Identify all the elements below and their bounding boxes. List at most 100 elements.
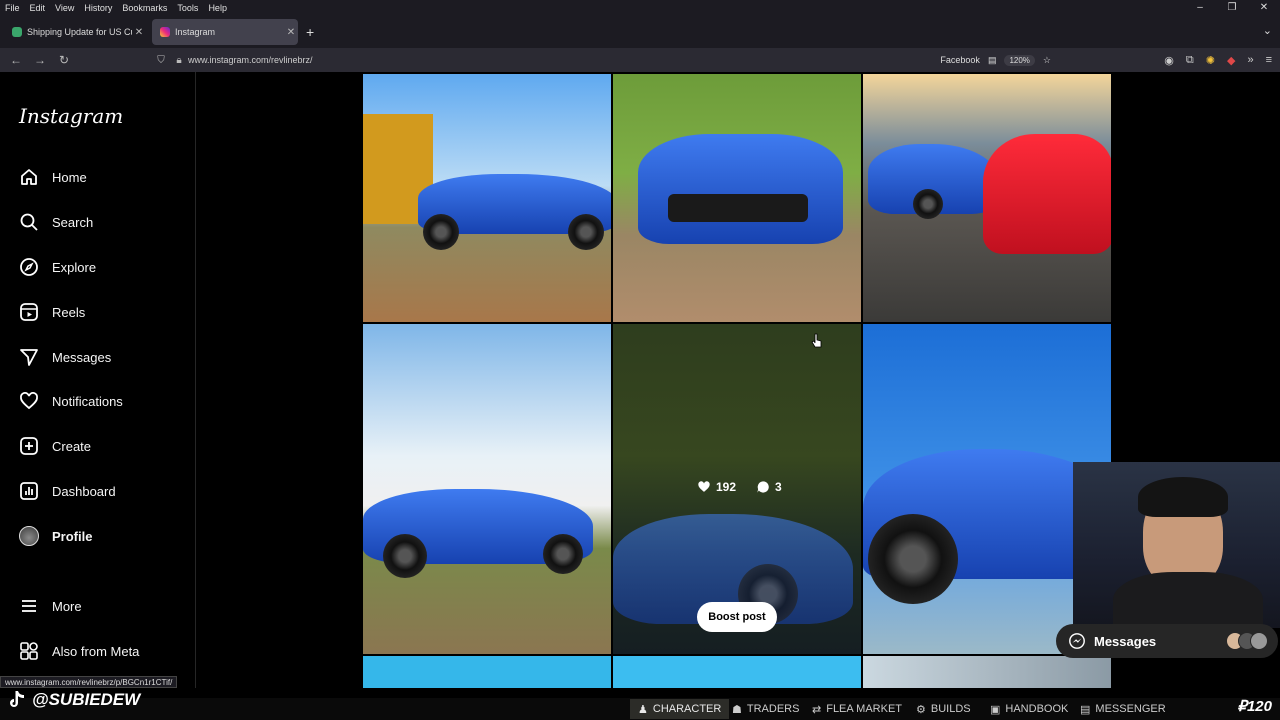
puzzle-icon[interactable]: ⧉	[1186, 54, 1194, 67]
url-bar[interactable]: ⛉ 🔒︎ www.instagram.com/revlinebrz/ Faceb…	[152, 48, 1057, 72]
post-tile[interactable]	[363, 74, 611, 322]
star-icon[interactable]: ☆	[1043, 55, 1051, 66]
sidebar-item-dashboard[interactable]: Dashboard	[19, 476, 116, 506]
comments-count: 3	[775, 480, 782, 494]
game-tab-character[interactable]: ♟ CHARACTER	[630, 699, 730, 719]
character-icon: ♟	[638, 703, 648, 716]
sidebar-item-notifications[interactable]: Notifications	[19, 386, 123, 416]
shield-icon[interactable]: ⛉	[152, 55, 170, 66]
forward-icon[interactable]: →	[28, 53, 52, 67]
extension-icon[interactable]: ◉	[1164, 54, 1174, 67]
plus-square-icon	[19, 436, 39, 456]
game-tab-messenger[interactable]: ▤ MESSENGER	[1072, 699, 1174, 719]
window-controls: – ❐ ✕	[1184, 0, 1280, 16]
tab-shipping[interactable]: Shipping Update for US Custom ✕	[4, 19, 146, 45]
game-tab-traders[interactable]: ☗ TRADERS	[724, 699, 807, 719]
menu-file[interactable]: File	[0, 3, 25, 13]
hand-cursor-icon	[811, 333, 822, 348]
menu-help[interactable]: Help	[203, 3, 232, 13]
tiktok-icon	[10, 691, 24, 707]
reload-icon[interactable]: ↻	[52, 53, 76, 67]
avatar-icon	[19, 526, 39, 546]
sidebar-item-explore[interactable]: Explore	[19, 252, 96, 282]
heart-filled-icon	[698, 481, 710, 492]
tab-close-icon[interactable]: ✕	[284, 27, 298, 38]
reader-icon[interactable]: ▤	[988, 55, 997, 66]
traders-icon: ☗	[732, 703, 742, 716]
messages-popup-button[interactable]: Messages	[1056, 624, 1278, 658]
message-avatars	[1226, 632, 1268, 650]
messenger-chat-icon: ▤	[1080, 703, 1091, 716]
instagram-logo[interactable]: Instagram	[19, 104, 123, 128]
tab-strip: Shipping Update for US Custom ✕ Instagra…	[0, 16, 1280, 48]
tab-instagram[interactable]: Instagram ✕	[152, 19, 298, 45]
menu-bookmarks[interactable]: Bookmarks	[117, 3, 172, 13]
browser-menubar: File Edit View History Bookmarks Tools H…	[0, 0, 1280, 16]
post-tile[interactable]	[863, 656, 1111, 688]
messenger-icon	[1069, 633, 1085, 649]
url-text[interactable]: www.instagram.com/revlinebrz/	[188, 55, 313, 65]
minimize-icon[interactable]: –	[1184, 0, 1216, 16]
messenger-icon	[19, 347, 39, 367]
lock-icon[interactable]: 🔒︎	[170, 55, 188, 66]
app-menu-icon[interactable]: ≡	[1266, 54, 1272, 66]
comment-filled-icon	[757, 481, 769, 493]
post-stats-overlay: 192 3	[697, 480, 782, 494]
sidebar-item-also-from-meta[interactable]: Also from Meta	[19, 636, 139, 666]
extension-badge-icon[interactable]: ◆	[1227, 54, 1235, 67]
likes-count: 192	[716, 480, 737, 494]
sidebar-item-home[interactable]: Home	[19, 162, 87, 192]
home-icon	[19, 167, 39, 187]
heart-icon	[19, 391, 39, 411]
handbook-icon: ▣	[990, 703, 1001, 716]
webcam-overlay	[1073, 462, 1280, 628]
instagram-favicon-icon	[160, 27, 170, 37]
zoom-level[interactable]: 120%	[1004, 54, 1035, 66]
builds-icon: ⚙	[916, 703, 926, 716]
list-tabs-icon[interactable]: ⌄	[1263, 24, 1272, 37]
menu-icon	[19, 596, 39, 616]
instagram-sidebar: Instagram Home Search Explore Reels Mess…	[0, 72, 196, 688]
tiktok-watermark: @SUBIEDEW	[8, 690, 140, 710]
game-tab-handbook[interactable]: ▣ HANDBOOK	[982, 699, 1076, 719]
bookmark-facebook[interactable]: Facebook	[940, 55, 980, 65]
post-tile[interactable]	[863, 74, 1111, 322]
back-icon[interactable]: ←	[4, 53, 28, 67]
new-tab-icon[interactable]: +	[306, 24, 314, 40]
messages-label: Messages	[1094, 633, 1157, 649]
sidebar-item-profile[interactable]: Profile	[19, 521, 92, 551]
restore-icon[interactable]: ❐	[1216, 0, 1248, 16]
boost-post-button[interactable]: Boost post	[697, 602, 777, 632]
sidebar-item-messages[interactable]: Messages	[19, 342, 111, 372]
sidebar-item-more[interactable]: More	[19, 591, 82, 621]
game-tab-flea-market[interactable]: ⇄ FLEA MARKET	[804, 699, 910, 719]
navigation-bar: ← → ↻ ⛉ 🔒︎ www.instagram.com/revlinebrz/…	[0, 48, 1280, 72]
sun-icon[interactable]: ✺	[1206, 54, 1215, 67]
post-tile[interactable]	[363, 656, 611, 688]
menu-view[interactable]: View	[50, 3, 79, 13]
tab-close-icon[interactable]: ✕	[132, 27, 146, 38]
streamer-shirt	[1113, 572, 1263, 628]
sidebar-item-reels[interactable]: Reels	[19, 297, 85, 327]
post-tile[interactable]	[363, 324, 611, 654]
extensions-area: ◉ ⧉ ✺ ◆ » ≡	[1164, 48, 1272, 72]
post-tile[interactable]	[613, 656, 861, 688]
close-window-icon[interactable]: ✕	[1248, 0, 1280, 16]
comments-stat: 3	[756, 480, 782, 494]
menu-history[interactable]: History	[79, 3, 117, 13]
meta-apps-icon	[19, 641, 39, 661]
sidebar-item-search[interactable]: Search	[19, 207, 93, 237]
post-tile[interactable]	[613, 74, 861, 322]
headset	[1138, 477, 1228, 517]
overflow-icon[interactable]: »	[1247, 54, 1253, 66]
reels-icon	[19, 302, 39, 322]
sidebar-item-create[interactable]: Create	[19, 431, 91, 461]
search-icon	[19, 212, 39, 232]
chart-icon	[19, 481, 39, 501]
game-tab-builds[interactable]: ⚙ BUILDS	[908, 699, 979, 719]
flea-market-icon: ⇄	[812, 703, 822, 716]
menu-tools[interactable]: Tools	[172, 3, 203, 13]
status-url: www.instagram.com/revlinebrz/p/BGCn1r1CT…	[0, 676, 178, 688]
likes-stat: 192	[697, 480, 736, 494]
menu-edit[interactable]: Edit	[25, 3, 51, 13]
